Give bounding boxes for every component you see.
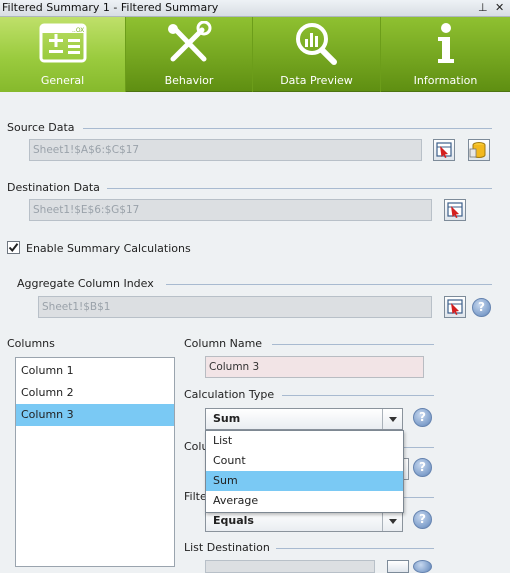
filter-value: Equals [213, 514, 254, 527]
help-icon[interactable]: ? [472, 298, 491, 317]
divider [276, 548, 434, 549]
checkmark-icon [8, 243, 19, 253]
tab-information[interactable]: Information [381, 17, 510, 92]
chevron-down-icon[interactable] [382, 409, 402, 429]
pin-icon[interactable]: ⊥ [478, 0, 488, 16]
dropdown-option[interactable]: List [206, 431, 403, 451]
select-range-button[interactable] [444, 296, 466, 318]
help-icon[interactable]: ? [413, 510, 432, 529]
tab-information-label: Information [413, 74, 478, 87]
database-button[interactable] [468, 139, 490, 161]
general-panel: Source Data Sheet1!$A$6:$C$17 Destinatio… [0, 92, 510, 573]
list-destination-label: List Destination [184, 541, 270, 554]
divider [272, 344, 434, 345]
source-data-field[interactable]: Sheet1!$A$6:$C$17 [29, 139, 422, 161]
dropdown-option[interactable]: Average [206, 491, 403, 511]
enable-summary-label: Enable Summary Calculations [26, 242, 191, 255]
divider [282, 395, 434, 396]
aggregate-column-label: Aggregate Column Index [17, 277, 154, 290]
divider [404, 447, 434, 448]
range-select-icon [447, 299, 463, 315]
columns-list[interactable]: Column 1 Column 2 Column 3 [15, 357, 175, 567]
select-range-button[interactable] [433, 139, 455, 161]
database-icon [469, 142, 486, 158]
tab-behavior[interactable]: Behavior [126, 17, 253, 92]
column-name-label: Column Name [184, 337, 263, 350]
divider [404, 497, 434, 498]
calculation-type-select[interactable]: Sum [205, 408, 403, 430]
help-icon[interactable]: ? [413, 458, 432, 477]
tab-data-preview[interactable]: Data Preview [253, 17, 381, 92]
magnifier-chart-icon [292, 21, 342, 70]
ribbon-toolbar: ..OX General Behavior Data Preview Infor… [0, 17, 510, 92]
divider [107, 188, 492, 189]
tab-general-label: General [40, 74, 85, 87]
close-icon[interactable]: ✕ [495, 0, 504, 16]
tab-general[interactable]: ..OX General [0, 17, 126, 92]
chevron-down-icon[interactable] [382, 511, 402, 531]
filter-label-partial: Filte [184, 490, 207, 503]
dropdown-option[interactable]: Sum [206, 471, 403, 491]
list-item[interactable]: Column 1 [16, 360, 174, 382]
dropdown-option[interactable]: Count [206, 451, 403, 471]
svg-text:..OX: ..OX [72, 27, 84, 34]
column-name-field[interactable]: Column 3 [205, 356, 424, 378]
columns-label: Columns [7, 337, 55, 350]
select-range-button[interactable] [444, 199, 466, 221]
list-destination-field[interactable] [205, 560, 375, 573]
filter-select[interactable]: Equals [205, 510, 403, 532]
window-title: Filtered Summary 1 - Filtered Summary [2, 1, 219, 14]
form-icon: ..OX [38, 21, 88, 68]
range-select-icon [436, 142, 452, 158]
destination-data-field[interactable]: Sheet1!$E$6:$G$17 [29, 199, 432, 221]
help-icon[interactable]: ? [413, 408, 432, 427]
divider [166, 284, 492, 285]
select-range-button[interactable] [387, 560, 409, 573]
tab-behavior-label: Behavior [164, 74, 214, 87]
destination-data-label: Destination Data [7, 181, 100, 194]
aggregate-column-field[interactable]: Sheet1!$B$1 [38, 296, 432, 318]
range-select-icon [447, 202, 463, 218]
calculation-type-dropdown[interactable]: List Count Sum Average [205, 430, 404, 513]
calculation-type-label: Calculation Type [184, 388, 275, 401]
tab-data-preview-label: Data Preview [280, 74, 353, 87]
help-icon[interactable] [413, 560, 432, 573]
tools-icon [164, 20, 214, 70]
info-icon [421, 21, 471, 70]
enable-summary-checkbox[interactable] [7, 241, 20, 254]
divider [83, 128, 492, 129]
list-item[interactable]: Column 2 [16, 382, 174, 404]
source-data-label: Source Data [7, 121, 75, 134]
window-title-bar: Filtered Summary 1 - Filtered Summary ⊥ … [0, 0, 510, 17]
list-item[interactable]: Column 3 [16, 404, 174, 426]
calculation-type-value: Sum [213, 412, 241, 425]
